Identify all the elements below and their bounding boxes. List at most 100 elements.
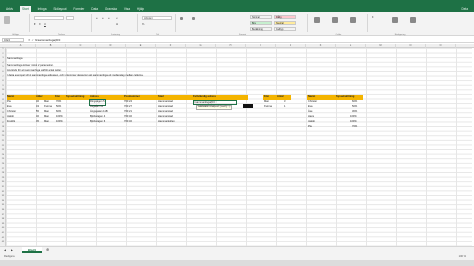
- table3-cell[interactable]: 30%: [352, 110, 357, 115]
- merge-center-icon[interactable]: ⊟: [116, 23, 118, 26]
- table3-cell[interactable]: 100%: [350, 120, 357, 125]
- ribbon: Urklipp F K U Tecken ≡ ≡ ≡ ↵ ⊟ Justering…: [0, 12, 474, 36]
- font-size-select[interactable]: [66, 16, 74, 20]
- table1-cell[interactable]: 700 27: [124, 105, 132, 110]
- table1-cell[interactable]: 700 21: [124, 110, 132, 115]
- table2-cell[interactable]: Man: [264, 100, 269, 105]
- style-bad[interactable]: Dålig: [274, 15, 296, 19]
- table2-cell[interactable]: 1: [284, 105, 285, 110]
- formula-input[interactable]: =sammanfoga(D3:: [36, 37, 61, 43]
- table3-cell[interactable]: Jakob: [308, 120, 315, 125]
- table1-cell[interactable]: 700 24: [124, 100, 132, 105]
- align-right-icon[interactable]: ≡: [108, 17, 110, 20]
- table1-cell[interactable]: 60%: [56, 110, 61, 115]
- table1-cell[interactable]: Björkvägen 4: [90, 115, 105, 120]
- ribbon-group-styles: Normal Dålig Bra Neutral Beräkning Cellt…: [178, 14, 308, 36]
- function-tooltip: SAMMANFOGA(text1; [text2]; ...): [196, 105, 233, 110]
- intro-line: I detta exempel vill vi sammanfoga adres…: [7, 74, 144, 77]
- conditional-format-icon[interactable]: [180, 17, 183, 20]
- style-calc[interactable]: Beräkning: [250, 27, 272, 31]
- table2-cell[interactable]: 3: [284, 100, 285, 105]
- table1-cell[interactable]: 32: [36, 100, 39, 105]
- table1-cell[interactable]: 100%: [56, 115, 63, 120]
- intro-line: Används för att sammanfoga valfritt anta…: [7, 69, 62, 72]
- table1-cell[interactable]: Eva: [7, 105, 11, 110]
- table1-cell[interactable]: Pia: [7, 100, 11, 105]
- percent-icon[interactable]: %: [142, 23, 144, 26]
- ribbon-group-number: Allmänt % Tal: [140, 14, 176, 36]
- format-as-table-icon[interactable]: [192, 17, 195, 20]
- wrap-text-icon[interactable]: ↵: [116, 17, 118, 20]
- table3-cell[interactable]: Pia: [308, 125, 312, 130]
- table1-cell[interactable]: Hammarstad: [158, 115, 173, 120]
- align-left-icon[interactable]: ≡: [96, 17, 98, 20]
- table3-cell[interactable]: 50%: [352, 105, 357, 110]
- table1-cell[interactable]: 55: [36, 110, 39, 115]
- style-celltyp[interactable]: Celltyp: [274, 27, 296, 31]
- table3-cell[interactable]: 60%: [352, 100, 357, 105]
- table1-cell[interactable]: 43: [36, 105, 39, 110]
- table1-header: Stad: [158, 95, 164, 98]
- paste-icon[interactable]: [4, 16, 10, 24]
- table1-cell[interactable]: Man: [44, 120, 49, 125]
- autosum-icon[interactable]: Σ: [372, 16, 374, 19]
- table1-cell[interactable]: Hammarstad: [158, 105, 173, 110]
- table1-cell-selected[interactable]: Ringvägen 5: [89, 99, 106, 106]
- table1-cell[interactable]: Ängsgatan 11B: [90, 110, 108, 115]
- table1-cell[interactable]: Hammarstad: [158, 100, 173, 105]
- style-neutral[interactable]: Neutral: [274, 21, 296, 25]
- ribbon-group-font: F K U Tecken: [32, 14, 92, 36]
- sheet-tab-blad1[interactable]: Blad1: [22, 247, 42, 253]
- table1-cell[interactable]: 700 32: [124, 120, 132, 125]
- table1-cell[interactable]: Åsgatan 14: [90, 105, 103, 110]
- table3-cell[interactable]: Åse: [308, 110, 312, 115]
- format-cells-icon[interactable]: [350, 17, 356, 23]
- table1-cell[interactable]: 70%: [56, 100, 61, 105]
- formula-bar: [0, 37, 474, 43]
- table1-cell[interactable]: 700 32: [124, 115, 132, 120]
- table1-cell[interactable]: Fredrik: [7, 120, 15, 125]
- tab-scroll-right-icon[interactable]: ▶: [11, 249, 13, 252]
- delete-cells-icon[interactable]: [332, 17, 338, 23]
- table1-cell[interactable]: Jakob: [7, 115, 14, 120]
- table3-cell[interactable]: Christer: [308, 100, 317, 105]
- active-cell-editing[interactable]: =sammanfoga(D3:: [193, 100, 237, 105]
- insert-cells-icon[interactable]: [314, 17, 320, 23]
- table3-cell[interactable]: 70%: [352, 125, 357, 130]
- add-sheet-icon[interactable]: ⊕: [46, 248, 49, 252]
- table1-cell[interactable]: 100%: [56, 120, 63, 125]
- table1-cell[interactable]: Man: [44, 110, 49, 115]
- sort-filter-icon[interactable]: [392, 17, 398, 23]
- table1-cell[interactable]: Man: [44, 100, 49, 105]
- table1-header: Namn: [7, 95, 15, 98]
- table1-cell[interactable]: Man: [44, 115, 49, 120]
- table3-cell[interactable]: 100%: [350, 115, 357, 120]
- table1-cell[interactable]: Hammarkullen: [158, 120, 175, 125]
- table1-cell[interactable]: 45: [36, 120, 39, 125]
- table3-cell[interactable]: Eva: [308, 105, 312, 110]
- table1-cell[interactable]: 50%: [56, 105, 61, 110]
- name-box[interactable]: CG3: [2, 38, 24, 42]
- table1-cell[interactable]: Björkvägen 6: [90, 120, 105, 125]
- table1-header: Ålder: [36, 95, 43, 98]
- italic-icon[interactable]: K: [39, 23, 41, 26]
- table1-cell[interactable]: 32: [36, 115, 39, 120]
- underline-icon[interactable]: U: [44, 23, 46, 26]
- table2-header: Antal: [277, 95, 284, 98]
- table1-cell[interactable]: Kvinna: [44, 105, 52, 110]
- number-format-select[interactable]: Allmänt: [142, 16, 172, 20]
- table3-header-band: [307, 95, 363, 100]
- style-normal[interactable]: Normal: [250, 15, 272, 19]
- table2-cell[interactable]: Kvinna: [264, 105, 272, 110]
- find-select-icon[interactable]: [410, 17, 416, 23]
- align-center-icon[interactable]: ≡: [102, 17, 104, 20]
- table3-cell[interactable]: Hans: [308, 115, 314, 120]
- ribbon-group-clipboard: Urklipp: [2, 14, 30, 36]
- bold-icon[interactable]: F: [34, 23, 36, 26]
- table1-cell[interactable]: Christer: [7, 110, 16, 115]
- tab-scroll-left-icon[interactable]: ◀: [4, 249, 6, 252]
- font-name-select[interactable]: [34, 16, 64, 20]
- table3-header: Sysselsättning: [336, 95, 355, 98]
- table1-cell[interactable]: Hammarstad: [158, 110, 173, 115]
- style-good[interactable]: Bra: [250, 21, 272, 25]
